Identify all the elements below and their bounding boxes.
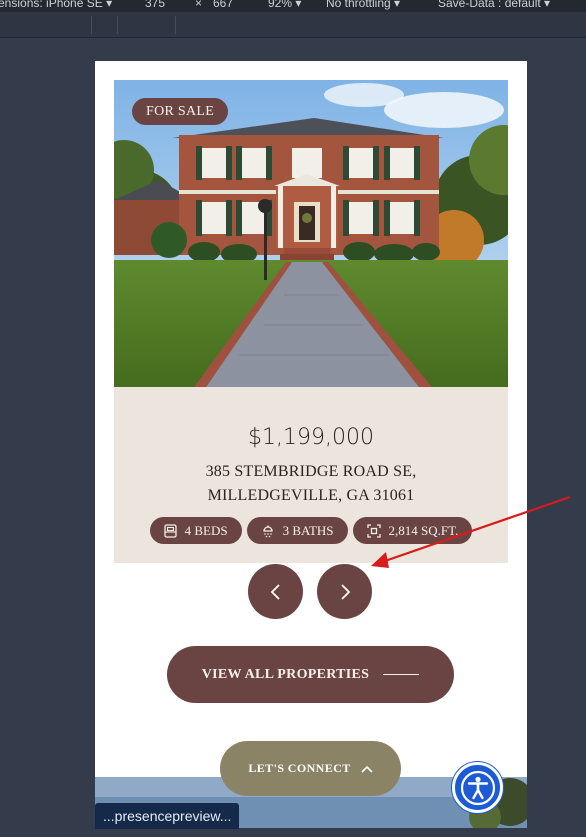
beds-label: 4 BEDS xyxy=(184,522,228,538)
carousel-next-button[interactable] xyxy=(317,564,372,619)
carousel-prev-button[interactable] xyxy=(248,564,303,619)
arrow-line-icon xyxy=(383,674,420,675)
baths-label: 3 BATHS xyxy=(282,522,334,538)
baths-pill: 3 BATHS xyxy=(246,517,348,544)
devtools-ruler-strip xyxy=(0,12,586,38)
for-sale-badge: FOR SALE xyxy=(132,98,229,125)
chevron-up-icon xyxy=(361,765,373,773)
ruler-cell xyxy=(91,16,117,34)
house-illustration xyxy=(114,80,508,387)
sqft-pill: 2,814 SQ.FT. xyxy=(352,517,473,544)
area-icon xyxy=(366,523,381,538)
ruler-cell xyxy=(117,16,143,34)
throttling-select[interactable]: No throttling ▾ xyxy=(326,0,400,10)
accessibility-button[interactable] xyxy=(452,762,503,813)
lets-connect-label: LET'S CONNECT xyxy=(248,761,351,775)
save-data-select[interactable]: Save-Data : default ▾ xyxy=(438,0,550,10)
ruler-cell xyxy=(175,16,201,34)
bed-icon xyxy=(163,523,177,538)
sqft-label: 2,814 SQ.FT. xyxy=(388,522,459,538)
device-dimensions-select[interactable]: ensions: iPhone SE ▾ xyxy=(0,0,112,10)
device-height-input[interactable]: 667 xyxy=(213,0,233,10)
mobile-viewport: FOR SALE $1,199,000 385 STEMBRIDGE ROAD … xyxy=(95,61,527,828)
beds-pill: 4 BEDS xyxy=(149,517,242,544)
zoom-select[interactable]: 92% ▾ xyxy=(268,0,301,10)
property-card[interactable]: FOR SALE $1,199,000 385 STEMBRIDGE ROAD … xyxy=(114,80,508,563)
device-width-input[interactable]: 375 xyxy=(145,0,165,10)
view-all-label: VIEW ALL PROPERTIES xyxy=(201,666,370,682)
view-all-properties-button[interactable]: VIEW ALL PROPERTIES xyxy=(167,646,454,703)
lets-connect-button[interactable]: LET'S CONNECT xyxy=(220,741,401,796)
link-status-url: ...presencepreview... xyxy=(95,803,240,829)
listing-features: 4 BEDS 3 BATHS 2,814 SQ.FT. xyxy=(114,517,508,544)
chevron-left-icon xyxy=(270,583,280,600)
chevron-right-icon xyxy=(340,583,350,600)
address-street: 385 STEMBRIDGE ROAD SE, xyxy=(205,463,417,480)
listing-address: 385 STEMBRIDGE ROAD SE, MILLEDGEVILLE, G… xyxy=(114,460,508,508)
shower-icon xyxy=(262,525,273,537)
listing-price: $1,199,000 xyxy=(248,425,374,450)
dimension-times: × xyxy=(195,0,203,10)
address-city: MILLEDGEVILLE, GA 31061 xyxy=(207,487,415,504)
devtools-device-toolbar: ensions: iPhone SE ▾ 375 × 667 92% ▾ No … xyxy=(0,0,586,12)
property-photo[interactable]: FOR SALE xyxy=(114,80,508,387)
accessibility-icon xyxy=(460,770,495,805)
